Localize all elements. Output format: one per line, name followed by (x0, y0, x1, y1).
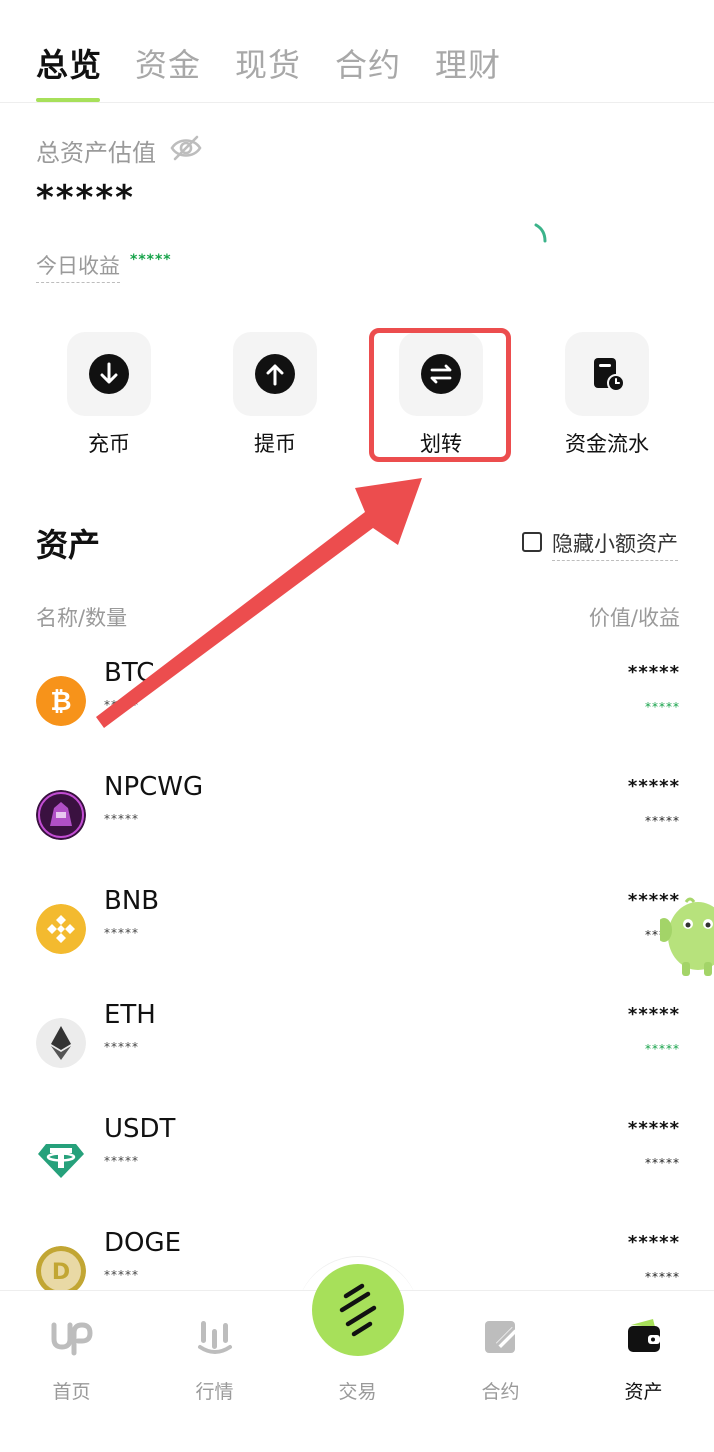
deposit-button[interactable]: 充币 (39, 332, 179, 462)
arrow-up-icon (255, 354, 295, 394)
asset-value: ***** (627, 1232, 680, 1253)
eth-icon (36, 1018, 86, 1068)
fund-history-button[interactable]: 资金流水 (537, 332, 677, 462)
arrow-down-icon (89, 354, 129, 394)
ledger-icon (594, 358, 625, 392)
npcwg-icon (36, 790, 86, 840)
mini-chart-mark (534, 223, 547, 243)
deposit-tile (67, 332, 151, 416)
asset-pnl: ***** (645, 1042, 680, 1056)
usdt-icon (38, 1144, 84, 1178)
asset-name: BTC (104, 658, 155, 688)
nav-assets-label: 资产 (624, 1381, 663, 1403)
nav-home-label: 首页 (52, 1381, 91, 1403)
withdraw-tile (233, 332, 317, 416)
eye-hidden-icon[interactable] (170, 134, 202, 162)
asset-quantity: ***** (104, 1040, 139, 1054)
nav-contract-label: 合约 (481, 1381, 520, 1403)
nav-assets[interactable]: 资产 (572, 1291, 714, 1421)
asset-value: ***** (627, 662, 680, 683)
asset-name: USDT (104, 1114, 176, 1144)
tab-funds[interactable]: 资金 (135, 40, 201, 86)
bnb-icon (36, 904, 86, 954)
trade-button[interactable] (312, 1264, 404, 1356)
deposit-label: 充币 (88, 432, 130, 456)
asset-pnl: ***** (645, 1156, 680, 1170)
asset-row-bnb[interactable]: BNB ***** ***** ***** (0, 876, 714, 976)
asset-name: BNB (104, 886, 160, 916)
svg-text:D: D (52, 1260, 70, 1285)
doge-icon: D (36, 1246, 86, 1296)
asset-name: DOGE (104, 1228, 182, 1258)
column-header-value: 价值/收益 (588, 606, 680, 630)
mascot-icon[interactable] (660, 896, 714, 978)
asset-quantity: ***** (104, 1268, 139, 1282)
asset-row-eth[interactable]: ETH ***** ***** ***** (0, 990, 714, 1090)
asset-row-btc[interactable]: ₿ BTC ***** ***** ***** (0, 648, 714, 748)
column-header-name: 名称/数量 (36, 606, 128, 630)
fund-history-tile (565, 332, 649, 416)
nav-market[interactable]: 行情 (143, 1291, 286, 1421)
nav-home[interactable]: 首页 (0, 1291, 143, 1421)
asset-pnl: ***** (645, 1270, 680, 1284)
tab-spot[interactable]: 现货 (235, 40, 301, 86)
total-asset-value: ***** (36, 178, 135, 218)
asset-value: ***** (627, 776, 680, 797)
active-tab-indicator (36, 98, 100, 102)
trade-icon (339, 1283, 377, 1337)
asset-pnl: ***** (645, 814, 680, 828)
contract-icon (485, 1321, 517, 1353)
hide-small-label[interactable]: 隐藏小额资产 (552, 528, 678, 561)
market-icon (198, 1321, 232, 1354)
nav-contract[interactable]: 合约 (429, 1291, 572, 1421)
svg-text:₿: ₿ (50, 687, 71, 717)
tab-overview[interactable]: 总览 (36, 40, 102, 86)
nav-market-label: 行情 (195, 1381, 234, 1403)
nav-trade-label: 交易 (338, 1381, 377, 1403)
total-asset-label: 总资产估值 (36, 139, 156, 167)
today-pnl-label[interactable]: 今日收益 (36, 250, 120, 283)
asset-value: ***** (627, 1118, 680, 1139)
home-logo-icon (51, 1322, 93, 1356)
asset-pnl: ***** (645, 700, 680, 714)
wallet-icon (628, 1319, 660, 1352)
tab-finance[interactable]: 理财 (435, 40, 501, 86)
asset-name: ETH (104, 1000, 156, 1030)
asset-quantity: ***** (104, 698, 139, 712)
tab-contract[interactable]: 合约 (335, 40, 401, 86)
asset-quantity: ***** (104, 1154, 139, 1168)
asset-row-npcwg[interactable]: NPCWG ***** ***** ***** (0, 762, 714, 862)
asset-quantity: ***** (104, 812, 139, 826)
asset-row-usdt[interactable]: USDT ***** ***** ***** (0, 1104, 714, 1204)
transfer-highlight-frame (369, 328, 511, 462)
asset-value: ***** (627, 1004, 680, 1025)
assets-title: 资产 (36, 526, 101, 564)
withdraw-button[interactable]: 提币 (205, 332, 345, 462)
asset-name: NPCWG (104, 772, 204, 802)
fund-history-label: 资金流水 (565, 432, 649, 456)
btc-icon: ₿ (36, 676, 86, 726)
asset-quantity: ***** (104, 926, 139, 940)
withdraw-label: 提币 (254, 432, 296, 456)
top-tab-bar: 总览 资金 现货 合约 理财 (0, 0, 714, 103)
hide-small-checkbox[interactable] (522, 532, 542, 552)
today-pnl-value: ***** (130, 252, 172, 268)
